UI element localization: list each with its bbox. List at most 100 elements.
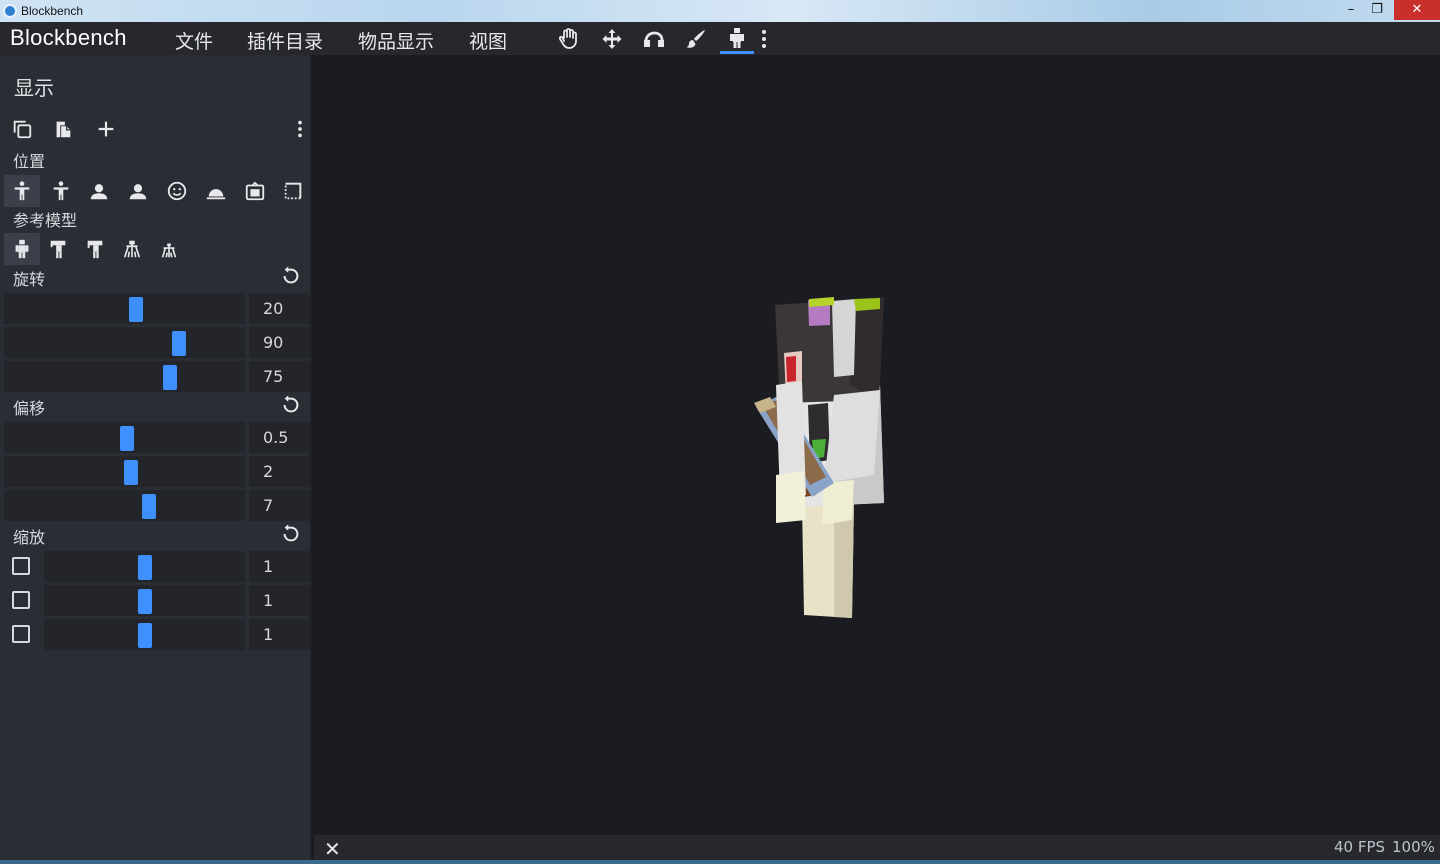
restore-button[interactable]: ❐ bbox=[1360, 0, 1394, 20]
menu-display[interactable]: 物品显示 bbox=[358, 27, 434, 54]
menu-plugins[interactable]: 插件目录 bbox=[247, 27, 323, 54]
add-button[interactable] bbox=[88, 113, 124, 145]
scale-x-mirror-checkbox[interactable] bbox=[12, 557, 30, 575]
move-arrows-icon bbox=[602, 29, 622, 49]
menu-bar: Blockbench 文件 插件目录 物品显示 视图 bbox=[0, 22, 1440, 55]
head-icon bbox=[167, 181, 187, 201]
slot-firstperson-right[interactable] bbox=[81, 175, 117, 207]
rotation-z-slider[interactable] bbox=[4, 361, 245, 392]
rotation-x-row: 20 bbox=[4, 292, 310, 324]
thirdperson-left-icon bbox=[53, 181, 69, 201]
translation-z-slider[interactable] bbox=[4, 490, 245, 521]
scale-y-slider[interactable] bbox=[44, 585, 245, 616]
brand-logo-text[interactable]: Blockbench bbox=[10, 25, 127, 51]
slot-firstperson-left[interactable] bbox=[120, 175, 156, 207]
rotation-reset-icon[interactable] bbox=[280, 265, 302, 287]
baby-zombie-icon bbox=[123, 240, 141, 258]
translation-y-value[interactable]: 2 bbox=[249, 456, 310, 487]
ref-small-armor-stand[interactable] bbox=[151, 233, 187, 265]
rotation-z-value[interactable]: 75 bbox=[249, 361, 310, 392]
firstperson-left-icon bbox=[129, 184, 147, 200]
scale-z-row: 1 bbox=[4, 618, 310, 650]
status-bar: ✕ 40 FPS 100% bbox=[314, 835, 1440, 861]
player-model-icon bbox=[15, 239, 29, 259]
slider-thumb[interactable] bbox=[138, 555, 152, 580]
rotation-y-row: 90 bbox=[4, 326, 310, 358]
slot-ground[interactable] bbox=[198, 175, 234, 207]
scale-reset-icon[interactable] bbox=[280, 523, 302, 545]
ref-armor-stand[interactable] bbox=[77, 233, 113, 265]
slider-thumb[interactable] bbox=[142, 494, 156, 519]
slider-thumb[interactable] bbox=[163, 365, 177, 390]
slot-thirdperson-left[interactable] bbox=[43, 175, 79, 207]
window-title: Blockbench bbox=[21, 4, 84, 18]
slider-thumb[interactable] bbox=[138, 623, 152, 648]
more-vertical-icon bbox=[762, 30, 766, 48]
scale-x-value[interactable]: 1 bbox=[249, 551, 310, 582]
translation-z-row: 7 bbox=[4, 489, 310, 521]
thirdperson-right-icon bbox=[14, 181, 30, 201]
reference-model-label: 参考模型 bbox=[13, 211, 78, 230]
panel-more-button[interactable] bbox=[288, 113, 312, 145]
slider-thumb[interactable] bbox=[129, 297, 143, 322]
rotation-x-slider[interactable] bbox=[4, 293, 245, 324]
translation-x-slider[interactable] bbox=[4, 422, 245, 453]
paste-icon bbox=[56, 121, 71, 138]
slider-thumb[interactable] bbox=[120, 426, 134, 451]
slider-thumb[interactable] bbox=[138, 589, 152, 614]
translation-x-value[interactable]: 0.5 bbox=[249, 422, 310, 453]
scale-z-value[interactable]: 1 bbox=[249, 619, 310, 650]
small-armor-stand-icon bbox=[161, 243, 177, 258]
close-window-button[interactable]: ✕ bbox=[1394, 0, 1440, 20]
slot-gui[interactable] bbox=[275, 175, 311, 207]
move-tool[interactable] bbox=[595, 24, 629, 54]
toolbar-more-button[interactable] bbox=[748, 24, 780, 54]
menu-file[interactable]: 文件 bbox=[175, 27, 213, 54]
slot-head[interactable] bbox=[159, 175, 195, 207]
taskbar-edge bbox=[0, 860, 1440, 864]
menu-view[interactable]: 视图 bbox=[469, 27, 507, 54]
paint-tool[interactable] bbox=[679, 24, 713, 54]
translation-y-slider[interactable] bbox=[4, 456, 245, 487]
scale-y-value[interactable]: 1 bbox=[249, 585, 310, 616]
3d-viewport[interactable] bbox=[314, 55, 1440, 835]
translation-z-value[interactable]: 7 bbox=[249, 490, 310, 521]
add-icon bbox=[98, 121, 114, 137]
rotation-x-value[interactable]: 20 bbox=[249, 293, 310, 324]
rotation-y-slider[interactable] bbox=[4, 327, 245, 358]
position-section-label: 位置 bbox=[13, 152, 46, 171]
scale-x-slider[interactable] bbox=[44, 551, 245, 582]
scale-y-row: 1 bbox=[4, 584, 310, 616]
blockbench-app-icon bbox=[3, 4, 17, 18]
translation-reset-icon[interactable] bbox=[280, 394, 302, 416]
scale-x-row: 1 bbox=[4, 550, 310, 582]
paste-button[interactable] bbox=[45, 113, 81, 145]
zoom-level[interactable]: 100% bbox=[1392, 838, 1435, 856]
position-slots-toolbar bbox=[4, 175, 308, 207]
scale-label: 缩放 bbox=[13, 528, 46, 547]
player-model-preview bbox=[754, 297, 884, 618]
ref-baby-zombie[interactable] bbox=[114, 233, 150, 265]
slot-item-frame[interactable] bbox=[237, 175, 273, 207]
ref-zombie-model[interactable] bbox=[40, 233, 76, 265]
translation-x-row: 0.5 bbox=[4, 421, 310, 453]
display-actions-toolbar bbox=[4, 113, 308, 145]
hand-pan-tool[interactable] bbox=[552, 24, 586, 54]
fps-counter: 40 FPS bbox=[1334, 838, 1386, 856]
scale-z-mirror-checkbox[interactable] bbox=[12, 625, 30, 643]
zombie-model-icon bbox=[50, 240, 66, 259]
firstperson-right-icon bbox=[90, 184, 108, 200]
slider-thumb[interactable] bbox=[124, 460, 138, 485]
slider-thumb[interactable] bbox=[172, 331, 186, 356]
reference-models-toolbar bbox=[4, 233, 308, 265]
ref-player-model[interactable] bbox=[4, 233, 40, 265]
rotate-tool[interactable] bbox=[637, 24, 671, 54]
rotation-label: 旋转 bbox=[13, 270, 46, 289]
hand-pan-icon bbox=[558, 28, 577, 49]
copy-button[interactable] bbox=[4, 113, 40, 145]
close-icon[interactable]: ✕ bbox=[324, 837, 341, 861]
slot-thirdperson-right[interactable] bbox=[4, 175, 40, 207]
rotation-y-value[interactable]: 90 bbox=[249, 327, 310, 358]
scale-y-mirror-checkbox[interactable] bbox=[12, 591, 30, 609]
scale-z-slider[interactable] bbox=[44, 619, 245, 650]
